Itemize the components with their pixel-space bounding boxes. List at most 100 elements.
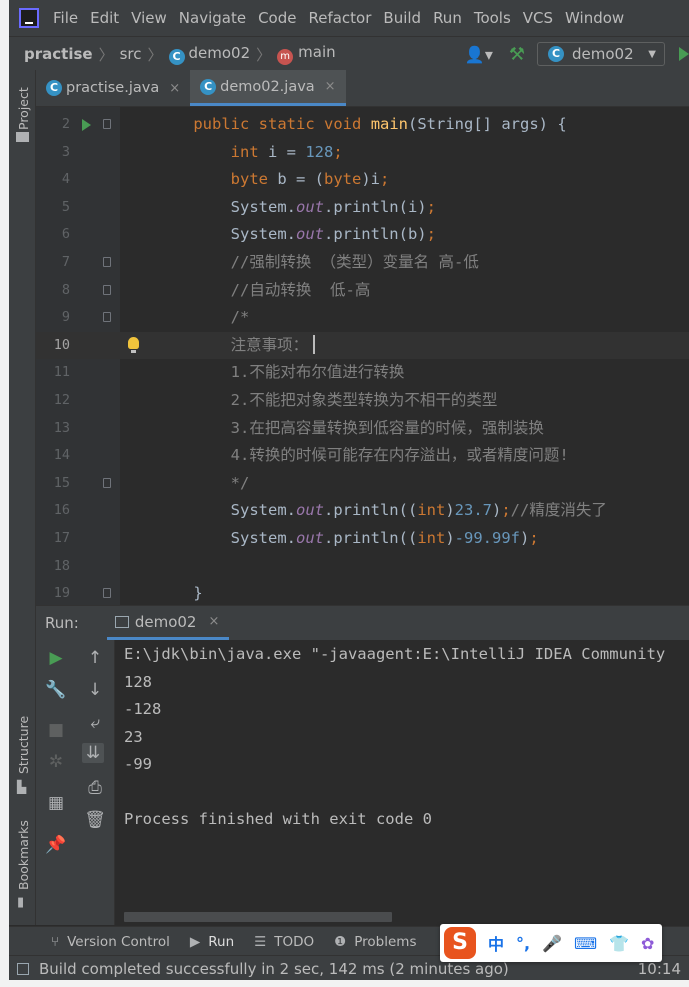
pin-icon[interactable]: 📌 [45, 835, 67, 855]
menu-code[interactable]: Code [258, 9, 296, 27]
lightbulb-icon[interactable] [128, 336, 139, 353]
tool-label: TODO [274, 933, 315, 950]
arrow-up-icon[interactable]: ↑ [84, 648, 106, 668]
tab-demo02-java[interactable]: C demo02.java × [190, 70, 346, 106]
fold-marker-icon[interactable] [103, 477, 111, 488]
bookmarks-tool-button[interactable]: Bookmarks [16, 820, 31, 890]
left-tool-strip: Project Structure ▙ Bookmarks ▮ [9, 70, 36, 925]
horizontal-scrollbar[interactable] [124, 912, 392, 922]
breadcrumb-separator-icon: 〉 [98, 45, 114, 64]
menu-edit[interactable]: Edit [90, 9, 119, 27]
breadcrumb-method[interactable]: m main [277, 43, 336, 65]
method-icon: m [277, 49, 294, 65]
code-line: 18 [36, 553, 689, 581]
status-message: Build completed successfully in 2 sec, 1… [39, 959, 509, 978]
menu-navigate[interactable]: Navigate [179, 9, 246, 27]
code-line: 17 System.out.println((int)-99.99f); [36, 525, 689, 553]
shirt-icon[interactable]: 👕 [609, 934, 629, 953]
tool-windows-toggle-icon[interactable] [17, 962, 29, 975]
code-line: 13 3.在把高容量转换到低容量的时候，强制装换 [36, 415, 689, 443]
keyboard-icon[interactable]: ⌨ [574, 934, 597, 953]
code-text: 注意事项： [156, 332, 316, 360]
fold-marker-icon[interactable] [103, 588, 111, 599]
fold-marker-icon[interactable] [103, 284, 111, 295]
structure-icon[interactable]: ▙ [17, 780, 26, 794]
menu-view[interactable]: View [131, 9, 167, 27]
tool-run[interactable]: ▶ Run [190, 934, 234, 950]
run-icon[interactable] [679, 47, 689, 61]
intellij-logo-icon[interactable] [19, 8, 39, 28]
structure-tool-button[interactable]: Structure [16, 716, 31, 774]
run-configuration-label: demo02 [572, 45, 634, 63]
code-line: 9 /* [36, 304, 689, 332]
run-tab-demo02[interactable]: demo02 × [106, 606, 230, 640]
build-hammer-icon[interactable]: ⚒ [509, 44, 525, 65]
tool-version-control[interactable]: ⑂ Version Control [51, 934, 170, 950]
code-line: 2 public static void main(String[] args)… [36, 111, 689, 139]
menu-tools[interactable]: Tools [474, 9, 511, 27]
tool-problems[interactable]: ❶ Problems [334, 934, 416, 950]
code-line: 4 byte b = (byte)i; [36, 166, 689, 194]
run-toolbar-secondary: ↑ ↓ ⤶ ⇊ ⎙ 🗑 [76, 640, 115, 925]
apps-icon[interactable]: ✿ [641, 934, 654, 953]
trash-icon[interactable]: 🗑 [84, 810, 106, 830]
close-icon[interactable]: × [325, 79, 336, 94]
ime-mode-toggle[interactable]: 中 [488, 931, 504, 955]
menu-window[interactable]: Window [565, 9, 624, 27]
fold-marker-icon[interactable] [103, 257, 111, 267]
tool-todo[interactable]: ☰ TODO [254, 934, 314, 950]
line-number: 11 [53, 364, 70, 381]
bookmark-icon[interactable]: ▮ [17, 895, 24, 910]
fold-marker-icon[interactable] [103, 312, 111, 323]
code-text-current: 注意事项： [156, 335, 309, 354]
close-icon[interactable]: × [208, 614, 219, 629]
console-output[interactable]: E:\jdk\bin\java.exe "-javaagent:E:\Intel… [115, 640, 689, 925]
menu-file[interactable]: File [53, 9, 78, 27]
menu-refactor[interactable]: Refactor [308, 9, 371, 27]
text-caret [313, 334, 316, 354]
wrench-icon[interactable]: 🔧 [45, 680, 67, 700]
sogou-logo-icon[interactable]: S [444, 927, 476, 959]
print-icon[interactable]: ⎙ [84, 778, 106, 798]
close-icon[interactable]: × [169, 81, 180, 96]
tool-label: Run [208, 933, 235, 950]
mic-icon[interactable]: 🎤 [542, 934, 562, 953]
code-text: 2.不能把对象类型转换为不相干的类型 [156, 391, 498, 409]
breadcrumb-src[interactable]: src [120, 45, 142, 63]
menu-vcs[interactable]: VCS [523, 9, 553, 27]
ime-punctuation-toggle[interactable]: °, [516, 934, 530, 953]
line-number: 18 [53, 557, 70, 574]
soft-wrap-icon[interactable]: ⤶ [84, 713, 106, 733]
run-gutter-icon[interactable] [82, 119, 91, 131]
folder-icon[interactable] [16, 132, 29, 142]
fold-marker-icon[interactable] [103, 119, 111, 129]
code-text: System.out.println(b); [156, 225, 436, 244]
code-editor[interactable]: 2 public static void main(String[] args)… [36, 107, 689, 605]
line-number: 19 [53, 585, 70, 602]
ide-window: File Edit View Navigate Code Refactor Bu… [9, 0, 689, 980]
code-text: 3.在把高容量转换到低容量的时候，强制装换 [156, 418, 544, 437]
tab-label: demo02.java [220, 78, 315, 95]
project-tool-button[interactable]: Project [16, 87, 31, 130]
run-configuration-select[interactable]: C demo02 ▼ [537, 42, 665, 66]
user-icon[interactable]: 👤▾ [465, 45, 493, 64]
tab-practise-java[interactable]: C practise.java × [36, 70, 190, 106]
code-text: byte b = (byte)i; [230, 170, 390, 189]
rerun-icon[interactable]: ▶ [45, 648, 67, 668]
layout-icon[interactable]: ▦ [45, 793, 67, 813]
scroll-to-end-icon[interactable]: ⇊ [82, 743, 104, 763]
code-line: 8 //自动转换 低-高 [36, 277, 689, 305]
code-text: System.out.println((int)-99.99f); [156, 529, 539, 547]
menu-run[interactable]: Run [433, 9, 462, 27]
code-text: int i = 128; [230, 142, 343, 161]
run-toolbar-primary: ▶ 🔧 ■ ✲ ▦ 📌 [36, 640, 76, 925]
status-clock: 10:14 [637, 959, 681, 978]
breadcrumb-class[interactable]: Cdemo02 [168, 44, 250, 65]
menu-build[interactable]: Build [383, 9, 421, 27]
code-line: 7 //强制转换 （类型）变量名 高-低 [36, 249, 689, 277]
console-line: -99 [124, 755, 152, 773]
breadcrumb-separator-icon: 〉 [147, 45, 163, 64]
code-line: 15 */ [36, 470, 689, 498]
breadcrumb-project[interactable]: practise [24, 45, 93, 63]
arrow-down-icon[interactable]: ↓ [84, 680, 106, 700]
